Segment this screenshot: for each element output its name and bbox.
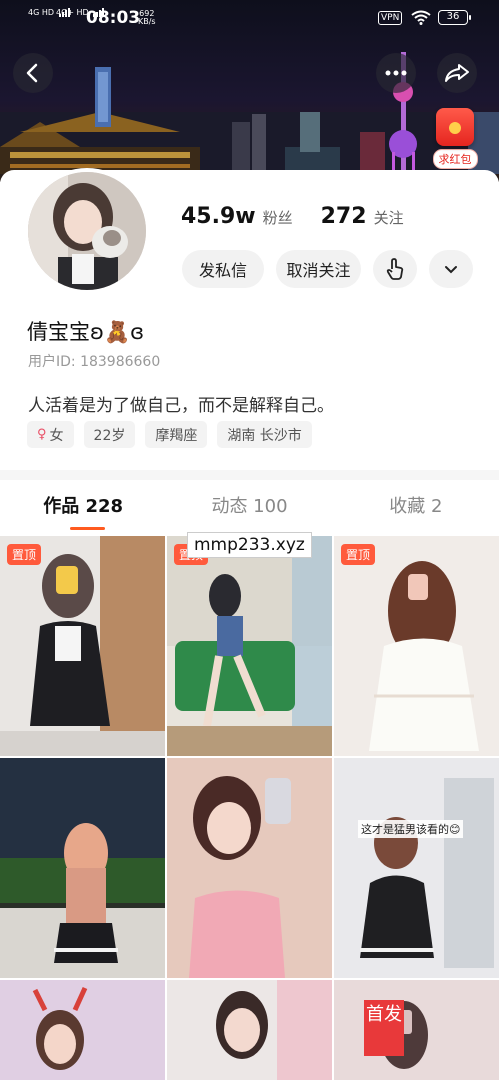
work-thumbnail[interactable]	[167, 758, 332, 978]
city-skyline-image	[0, 52, 499, 182]
battery-icon: 36	[438, 10, 471, 25]
tab-works[interactable]: 作品 228	[0, 480, 166, 534]
clock: 08:03	[86, 8, 141, 28]
tab-moments[interactable]: 动态 100	[166, 480, 332, 534]
work-thumbnail[interactable]: 首发	[334, 980, 499, 1080]
speed-unit: KB/s	[138, 17, 156, 26]
back-chevron-icon	[26, 63, 38, 83]
profile-banner: 4G HD 4G+ HD 08:03 692 KB/s VPN 36 求红包	[0, 0, 499, 182]
profile-tags: ♀ 女 22岁 摩羯座 湖南 长沙市	[27, 421, 322, 448]
followers-count[interactable]: 45.9w	[181, 204, 256, 229]
action-row: 发私信 取消关注	[182, 250, 485, 288]
network-speed: 692 KB/s	[138, 10, 156, 26]
gender-tag: ♀ 女	[27, 421, 74, 448]
section-divider	[0, 470, 499, 480]
send-message-button[interactable]: 发私信	[182, 250, 264, 288]
avatar-photo	[28, 172, 146, 290]
following-count[interactable]: 272	[321, 204, 367, 229]
photo-girl-night-balcony	[0, 758, 165, 978]
photo-girl-white-dress	[334, 536, 499, 756]
expand-button[interactable]	[429, 250, 473, 288]
chevron-down-icon	[445, 266, 457, 274]
photo-girl-mirror-bathroom	[334, 758, 499, 978]
network-type-1: 4G HD	[28, 8, 55, 17]
work-thumbnail[interactable]	[0, 758, 165, 978]
photo-girl-reindeer-ears	[0, 980, 165, 1080]
tab-favorites[interactable]: 收藏 2	[333, 480, 499, 534]
work-thumbnail[interactable]	[167, 980, 332, 1080]
work-thumbnail[interactable]: 置顶	[167, 536, 332, 756]
works-grid: 置顶 置顶 置顶	[0, 536, 499, 1080]
bio: 人活着是为了做自己，而不是解释自己。	[28, 396, 334, 416]
zodiac-tag: 摩羯座	[145, 421, 208, 448]
wifi-icon	[411, 10, 431, 25]
unfollow-button[interactable]: 取消关注	[276, 250, 361, 288]
avatar[interactable]	[24, 168, 150, 294]
more-button[interactable]	[376, 53, 416, 93]
stats-row: 45.9w 粉丝 272 关注	[181, 204, 432, 229]
nickname: 倩宝宝ʚ🧸ɞ	[27, 320, 145, 344]
user-id[interactable]: 用户ID: 183986660	[28, 351, 160, 371]
age-tag: 22岁	[83, 421, 136, 448]
work-thumbnail[interactable]: 这才是猛男该看的😊	[334, 758, 499, 978]
network-type-2: 4G+ HD	[56, 8, 89, 17]
back-button[interactable]	[13, 53, 53, 93]
female-icon: ♀	[37, 427, 47, 442]
photo-girl-on-sofa	[167, 536, 332, 756]
work-thumbnail[interactable]: 置顶	[334, 536, 499, 756]
red-packet-button[interactable]: 求红包	[428, 108, 482, 172]
photo-girl-black-dress	[0, 536, 165, 756]
vpn-badge: VPN	[378, 11, 403, 25]
following-label[interactable]: 关注	[374, 207, 404, 228]
gender-label: 女	[49, 427, 64, 444]
work-thumbnail[interactable]: 置顶	[0, 536, 165, 756]
status-bar: 4G HD 4G+ HD 08:03 692 KB/s VPN 36	[0, 0, 499, 36]
poke-button[interactable]	[373, 250, 417, 288]
photo-girl-selfie	[334, 980, 499, 1080]
share-arrow-icon	[445, 64, 469, 82]
content-tabs: 作品 228 动态 100 收藏 2	[0, 480, 499, 534]
more-dots-icon	[385, 70, 407, 76]
location-tag: 湖南 长沙市	[217, 421, 312, 448]
first-release-stamp: 首发	[364, 1000, 404, 1056]
hand-tap-icon	[386, 258, 404, 280]
work-thumbnail[interactable]	[0, 980, 165, 1080]
followers-label[interactable]: 粉丝	[263, 207, 293, 228]
pinned-badge: 置顶	[7, 544, 42, 565]
photo-girl-white-room	[167, 980, 332, 1080]
profile-card: 45.9w 粉丝 272 关注 发私信 取消关注 倩宝宝ʚ🧸ɞ 用户ID: 18…	[0, 168, 499, 470]
red-envelope-icon	[436, 108, 474, 146]
pinned-badge: 置顶	[341, 544, 376, 565]
photo-girl-pink-top	[167, 758, 332, 978]
share-button[interactable]	[437, 53, 477, 93]
photo-caption: 这才是猛男该看的😊	[358, 820, 464, 838]
watermark-text: mmp233.xyz	[187, 532, 312, 558]
red-packet-label: 求红包	[432, 149, 478, 169]
